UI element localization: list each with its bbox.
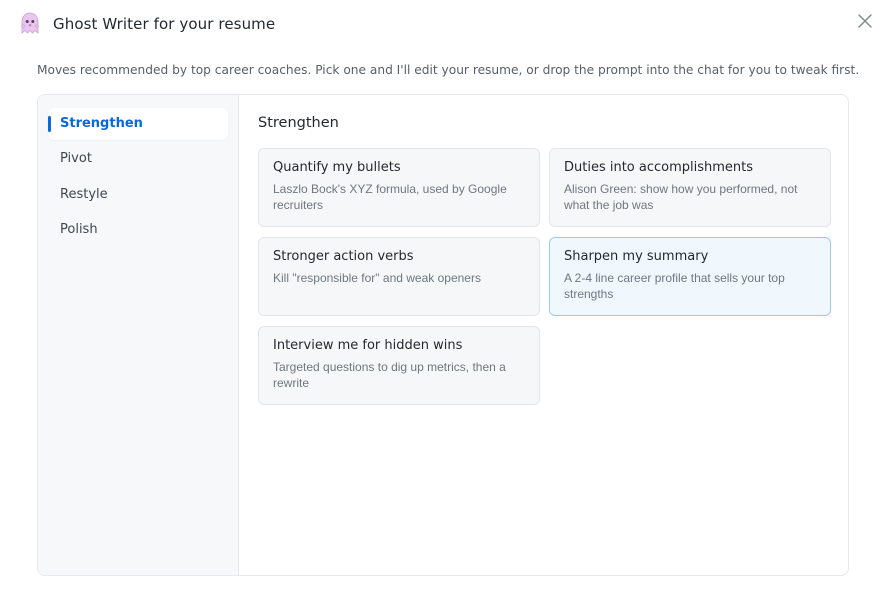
card-stronger-action-verbs[interactable]: Stronger action verbs Kill "responsible … [258, 237, 540, 316]
category-sidebar: Strengthen Pivot Restyle Polish [38, 95, 239, 575]
card-description: Targeted questions to dig up metrics, th… [273, 360, 506, 390]
card-description: Alison Green: show how you performed, no… [564, 182, 798, 212]
dialog-header: Ghost Writer for your resume [0, 0, 880, 50]
card-title: Stronger action verbs [273, 249, 414, 264]
card-description: Kill "responsible for" and weak openers [273, 271, 481, 285]
content-panel: Strengthen Pivot Restyle Polish Strength… [37, 94, 849, 576]
dialog-title: Ghost Writer for your resume [53, 15, 276, 33]
suggestions-area: Strengthen Quantify my bullets Laszlo Bo… [240, 95, 848, 575]
section-title: Strengthen [258, 115, 339, 131]
card-quantify-bullets[interactable]: Quantify my bullets Laszlo Bock's XYZ fo… [258, 148, 540, 227]
ghost-icon [21, 12, 39, 34]
sidebar-item-polish[interactable]: Polish [48, 214, 228, 246]
card-title: Sharpen my summary [564, 249, 709, 264]
sidebar-item-strengthen[interactable]: Strengthen [48, 108, 228, 140]
card-description: Laszlo Bock's XYZ formula, used by Googl… [273, 182, 507, 212]
card-duties-into-accomplishments[interactable]: Duties into accomplishments Alison Green… [549, 148, 831, 227]
card-description: A 2-4 line career profile that sells you… [564, 271, 785, 301]
card-title: Duties into accomplishments [564, 160, 754, 175]
card-title: Interview me for hidden wins [273, 338, 463, 353]
dialog-subtitle: Moves recommended by top career coaches.… [37, 63, 860, 77]
card-sharpen-summary[interactable]: Sharpen my summary A 2-4 line career pro… [549, 237, 831, 316]
card-title: Quantify my bullets [273, 160, 401, 175]
sidebar-item-pivot[interactable]: Pivot [48, 143, 228, 175]
sidebar-item-restyle[interactable]: Restyle [48, 179, 228, 211]
card-interview-hidden-wins[interactable]: Interview me for hidden wins Targeted qu… [258, 326, 540, 405]
close-icon[interactable] [856, 12, 874, 30]
